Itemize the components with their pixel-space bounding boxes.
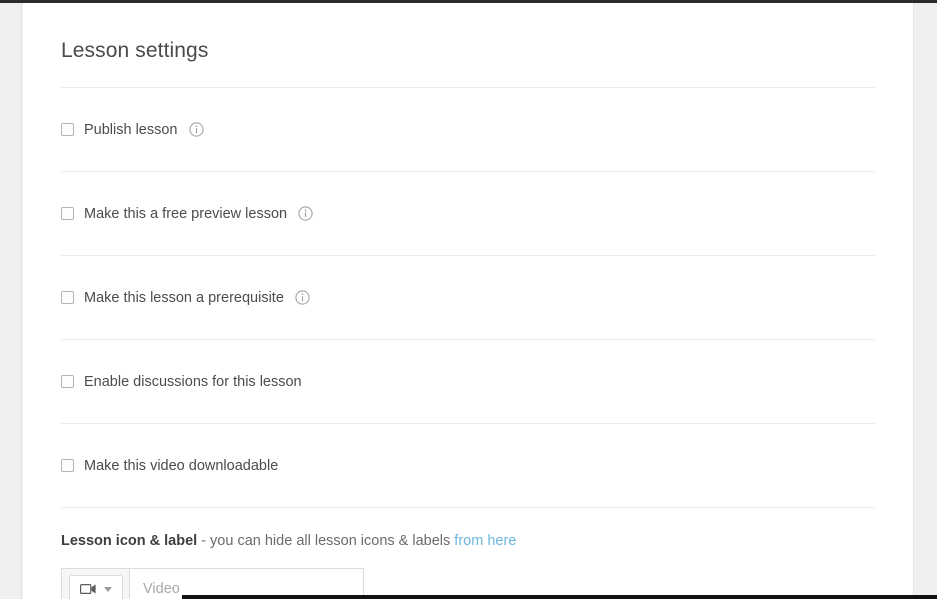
checkbox-wrap-enable-discussions[interactable]: Enable discussions for this lesson: [61, 373, 302, 391]
checkbox-wrap-free-preview[interactable]: Make this a free preview lesson: [61, 205, 287, 223]
page-title: Lesson settings: [61, 39, 209, 62]
checkbox-free-preview[interactable]: [61, 207, 74, 220]
lesson-icon-select-inner[interactable]: [68, 575, 123, 599]
left-gutter: [0, 3, 22, 599]
bottom-chrome-bar: [182, 595, 937, 599]
checkbox-wrap-video-downloadable[interactable]: Make this video downloadable: [61, 457, 278, 475]
info-circle-icon-free-preview[interactable]: [298, 206, 313, 221]
setting-label-video-downloadable: Make this video downloadable: [84, 457, 279, 474]
lesson-icon-label-heading: Lesson icon & label: [61, 533, 198, 549]
right-gutter: [913, 3, 937, 599]
lesson-icon-label-section: Lesson icon & label - you can hide all l…: [61, 508, 875, 599]
top-chrome-bar: [0, 0, 937, 3]
chevron-down-icon: [103, 586, 112, 592]
setting-label-prerequisite: Make this lesson a prerequisite: [84, 289, 284, 306]
panel-content: Lesson settings Publish lesson Make this…: [23, 3, 913, 599]
info-circle-icon-prerequisite[interactable]: [295, 290, 310, 305]
checkbox-enable-discussions[interactable]: [61, 375, 74, 388]
setting-row-publish-lesson[interactable]: Publish lesson: [61, 88, 875, 171]
checkbox-video-downloadable[interactable]: [61, 459, 74, 472]
setting-label-enable-discussions: Enable discussions for this lesson: [84, 373, 302, 390]
checkbox-publish-lesson[interactable]: [61, 123, 74, 136]
setting-row-video-downloadable[interactable]: Make this video downloadable: [61, 424, 875, 507]
lesson-icon-label-description: Lesson icon & label - you can hide all l…: [61, 531, 875, 551]
setting-label-publish-lesson: Publish lesson: [84, 121, 178, 138]
setting-label-free-preview: Make this a free preview lesson: [84, 205, 288, 222]
info-circle-icon-publish-lesson[interactable]: [188, 122, 204, 137]
setting-row-free-preview[interactable]: Make this a free preview lesson: [61, 172, 875, 255]
setting-row-prerequisite[interactable]: Make this lesson a prerequisite: [61, 256, 875, 339]
lesson-settings-panel: Lesson settings Publish lesson Make this…: [23, 3, 913, 599]
app-root: Lesson settings Publish lesson Make this…: [0, 0, 937, 599]
checkbox-wrap-prerequisite[interactable]: Make this lesson a prerequisite: [61, 289, 284, 307]
hide-icons-labels-link[interactable]: from here: [454, 533, 516, 549]
checkbox-wrap-publish-lesson[interactable]: Publish lesson: [61, 121, 178, 139]
checkbox-prerequisite[interactable]: [61, 291, 74, 304]
setting-row-enable-discussions[interactable]: Enable discussions for this lesson: [61, 340, 875, 423]
lesson-icon-select-button[interactable]: [61, 568, 129, 599]
lesson-icon-label-hint: - you can hide all lesson icons & labels: [197, 533, 455, 549]
video-camera-icon: [79, 583, 97, 595]
